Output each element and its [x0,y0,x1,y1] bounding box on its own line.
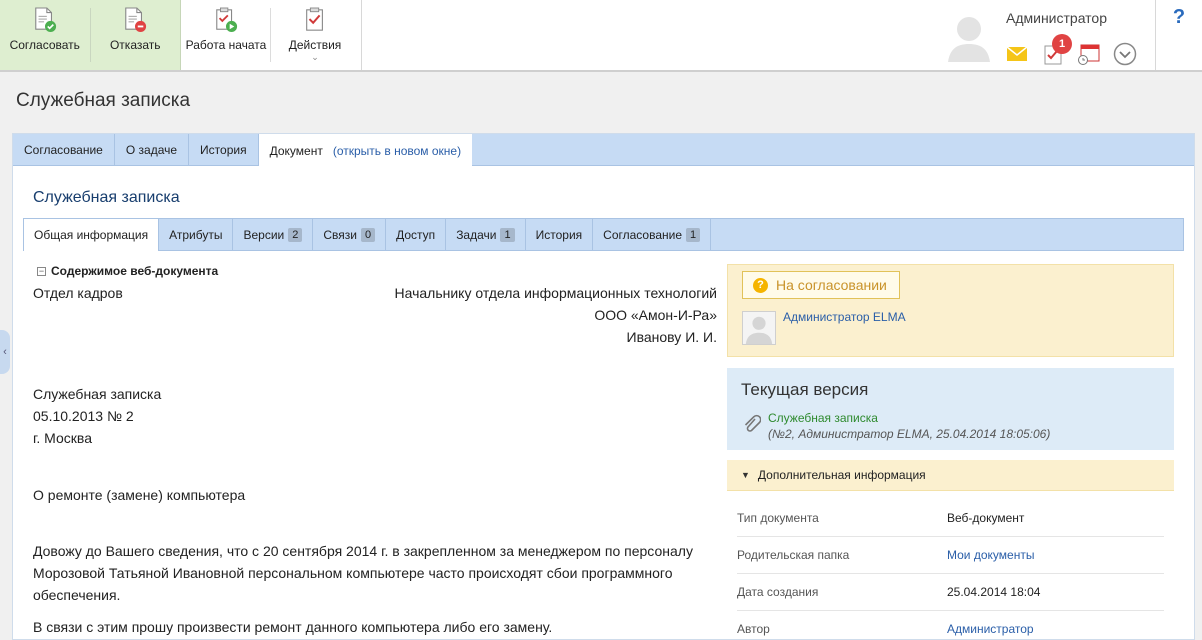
memo-paragraph-1: Довожу до Вашего сведения, что с 20 сент… [33,543,693,603]
tasks-count-badge: 1 [1052,34,1072,54]
version-meta: (№2, Администратор ELMA, 25.04.2014 18:0… [768,427,1051,441]
tasks-icon[interactable]: 1 [1040,34,1072,66]
approver-avatar-icon [742,311,776,345]
chevron-down-icon: ▼ [741,470,750,480]
additional-info-title: Дополнительная информация [757,468,926,482]
user-icons: 1 [1004,34,1148,68]
chevron-left-icon: ‹ [3,346,7,358]
toolbar-task-group: Работа начата Действия ⌄ [182,0,362,70]
toolbar-approval-group: Согласовать Отказать [0,0,181,70]
document-check-icon [34,7,56,32]
property-label: Дата создания [737,585,819,599]
work-started-button[interactable]: Работа начата [182,0,270,70]
reject-button[interactable]: Отказать [91,0,181,70]
main-panel: Согласование О задаче История Документ (… [12,133,1195,640]
approve-label: Согласовать [9,38,80,52]
property-label: Тип документа [737,511,819,525]
property-value: Веб-документ [947,511,1025,525]
property-label: Родительская папка [737,548,850,562]
addressee-line-3: Иванову И. И. [626,329,717,345]
version-file-link[interactable]: Служебная записка [768,411,878,425]
approve-button[interactable]: Согласовать [0,0,90,70]
memo-city: г. Москва [33,430,92,446]
addressee-line-1: Начальнику отдела информационных техноло… [394,285,717,301]
property-value: 25.04.2014 18:04 [947,585,1041,599]
memo-subject: О ремонте (замене) компьютера [33,487,246,503]
memo-paragraph-2: В связи с этим прошу произвести ремонт д… [33,619,553,635]
property-label: Автор [737,622,770,636]
approver-link[interactable]: Администратор ELMA [783,310,906,324]
property-row: Автор Администратор [737,611,1164,640]
property-row: Родительская папка Мои документы [737,537,1164,574]
toolbar: Согласовать Отказать Работа начата Дейст… [0,0,1202,72]
status-panel: ? На согласовании Администратор ELMA [727,264,1174,357]
version-title: Текущая версия [741,380,869,399]
document-body: Отдел кадров Начальнику отдела информаци… [33,134,717,640]
additional-info-header[interactable]: ▼ Дополнительная информация [727,460,1174,491]
memo-date: 05.10.2013 № 2 [33,408,134,424]
properties-list: Тип документа Веб-документ Родительская … [727,500,1174,640]
sidebar-toggle[interactable]: ‹ [0,330,10,374]
reject-label: Отказать [109,38,161,52]
user-avatar-icon[interactable] [946,12,992,62]
current-version-panel: Текущая версия Служебная записка (№2, Ад… [727,368,1174,450]
clipboard-play-icon [216,7,238,32]
status-badge: ? На согласовании [742,271,900,299]
user-name[interactable]: Администратор [1006,10,1107,26]
question-icon: ? [753,277,768,293]
work-started-label: Работа начата [185,38,267,52]
chevron-down-icon: ⌄ [311,52,319,62]
expand-menu-icon[interactable] [1112,42,1138,66]
help-button[interactable]: ? [1155,0,1202,70]
mail-icon[interactable] [1004,42,1030,66]
clipboard-check-icon [306,7,323,31]
status-label: На согласовании [776,277,887,293]
calendar-icon[interactable] [1076,42,1102,66]
actions-label: Действия [288,38,342,52]
property-row: Дата создания 25.04.2014 18:04 [737,574,1164,611]
help-icon: ? [1172,6,1186,28]
author-link[interactable]: Администратор [947,622,1034,636]
parent-folder-link[interactable]: Мои документы [947,548,1034,562]
property-row: Тип документа Веб-документ [737,500,1164,537]
document-reject-icon [125,7,147,32]
memo-type: Служебная записка [33,386,162,402]
paperclip-icon [744,414,761,432]
addressee-line-2: ООО «Амон-И-Ра» [594,307,717,323]
app-window: Согласовать Отказать Работа начата Дейст… [0,0,1202,640]
user-area: Администратор 1 [940,0,1156,70]
from-department: Отдел кадров [33,285,123,301]
actions-button[interactable]: Действия ⌄ [271,0,359,70]
page-title: Служебная записка [16,90,191,111]
